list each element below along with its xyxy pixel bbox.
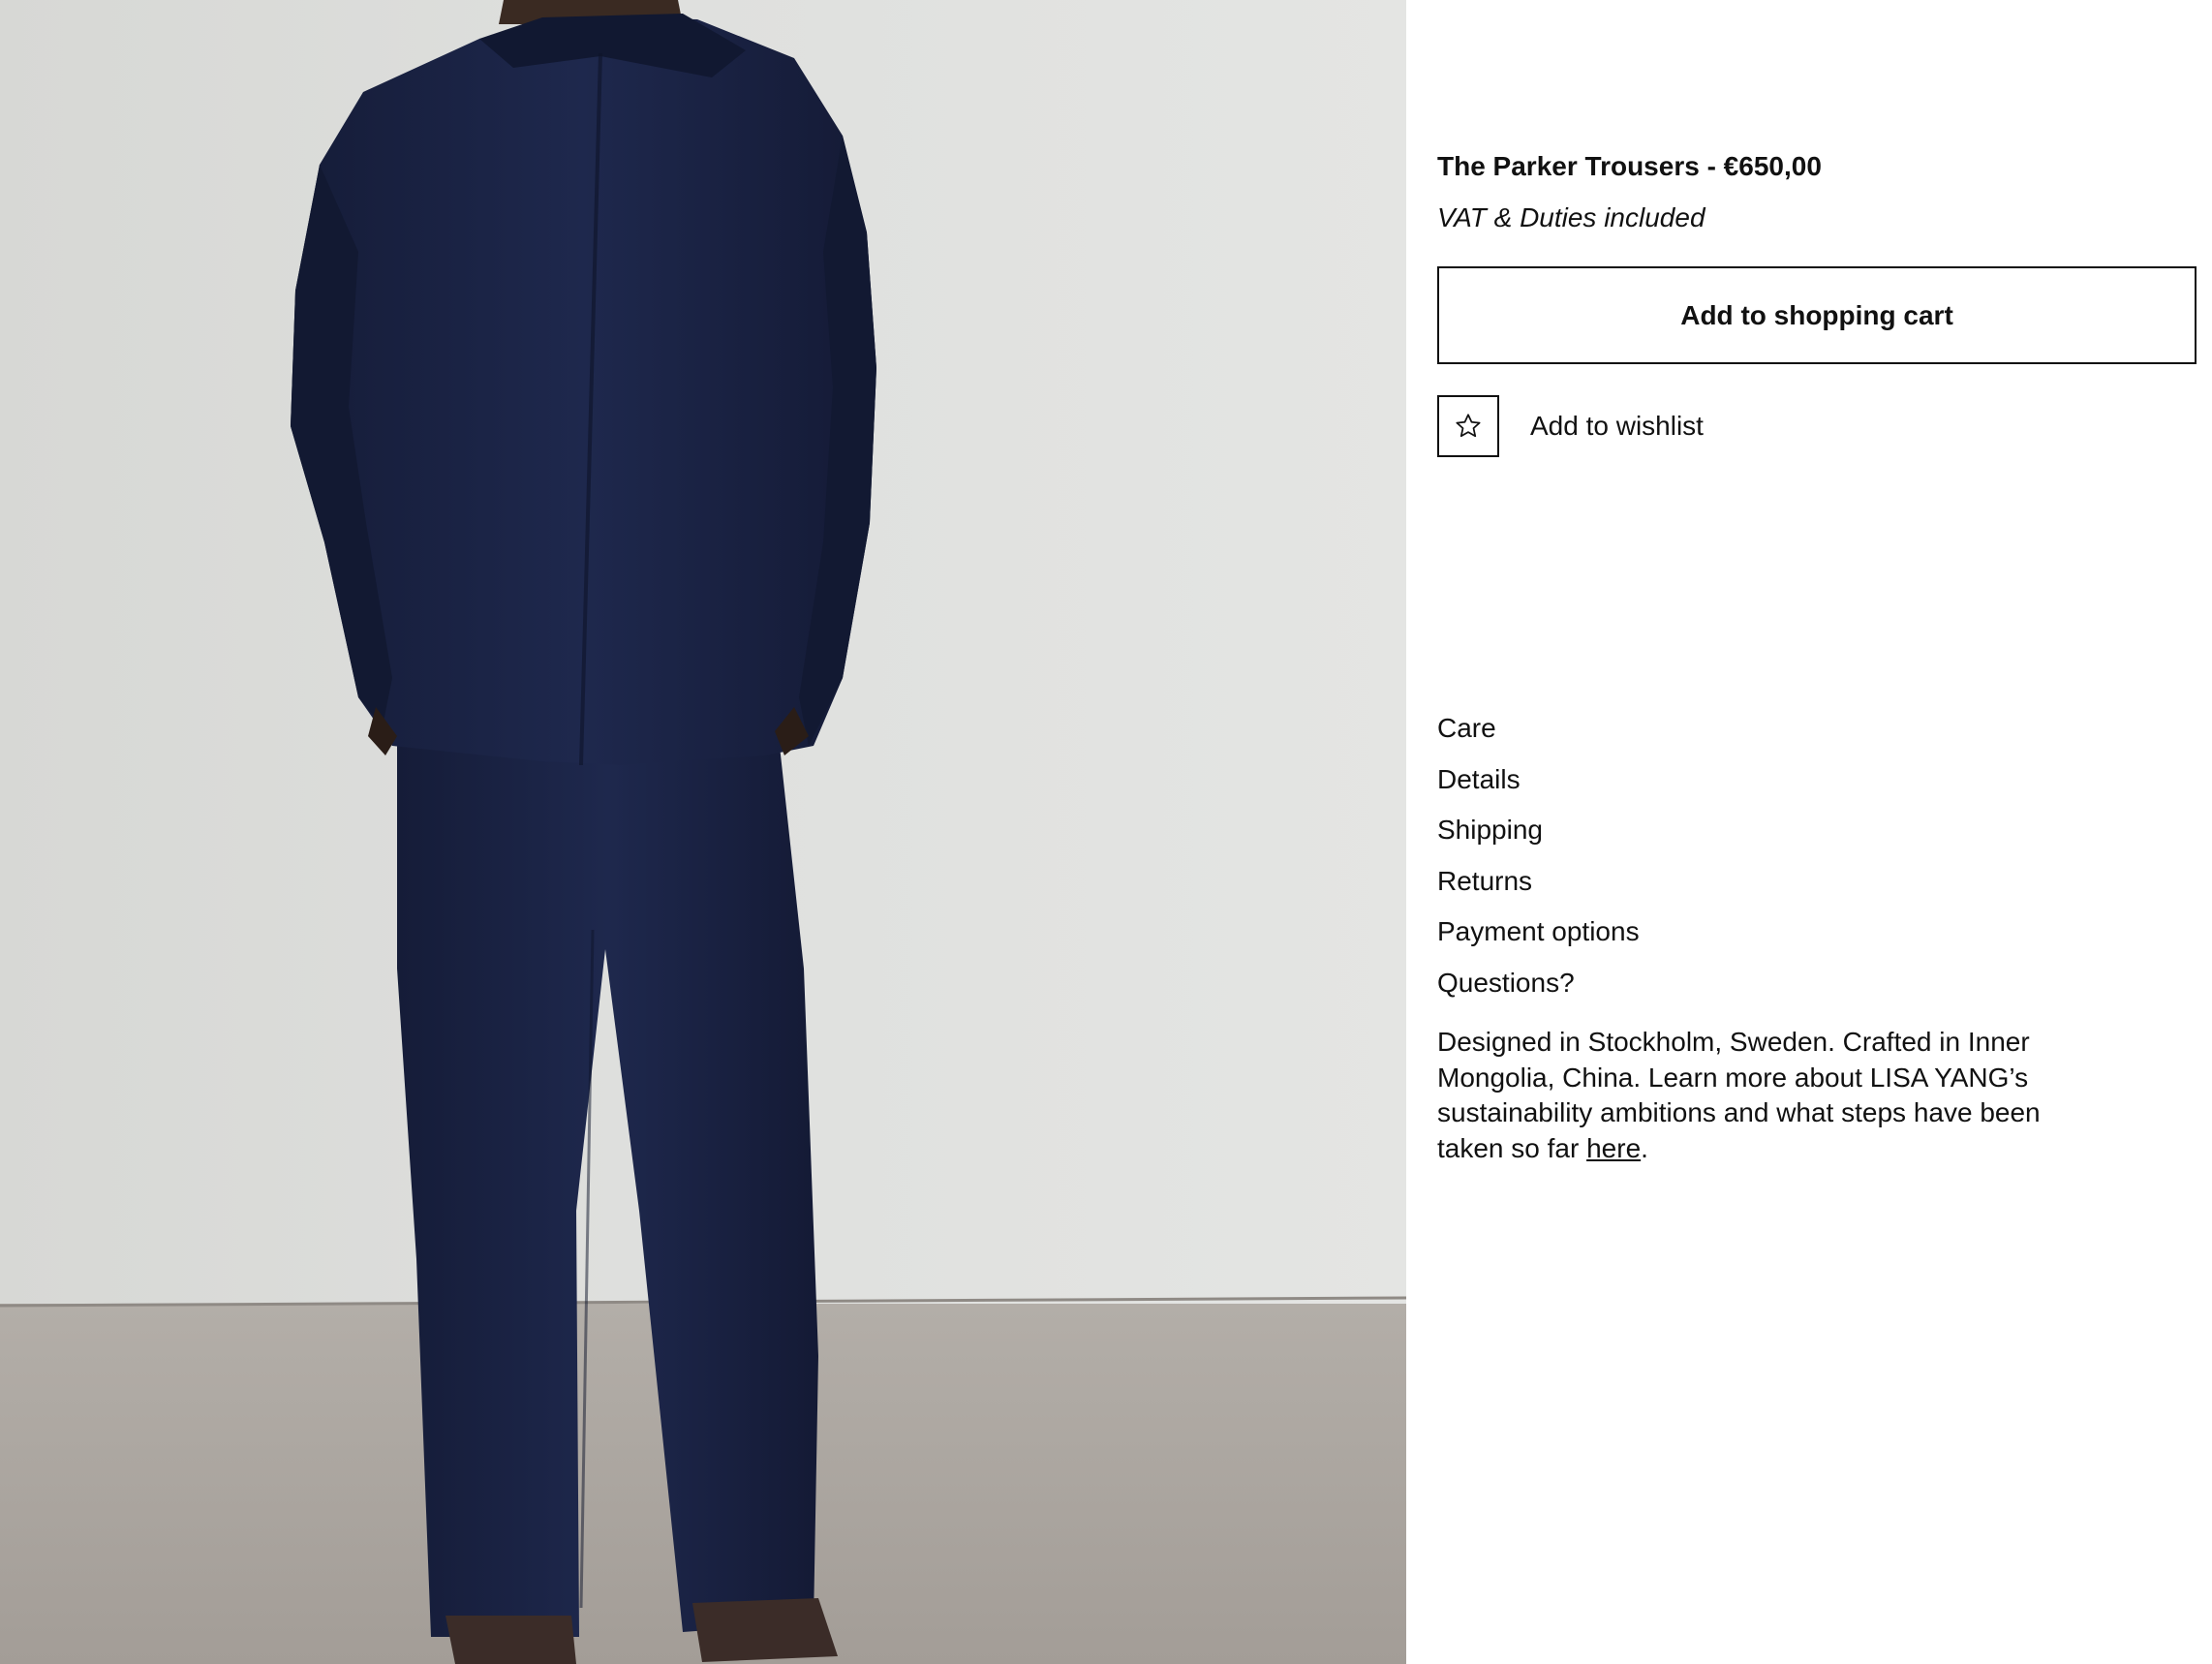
accordion-item-returns[interactable]: Returns [1437,856,1640,908]
star-icon-graphic [1456,414,1481,438]
sustainability-trailing: . [1641,1132,1648,1163]
accordion-item-details[interactable]: Details [1437,755,1640,806]
accordion-item-payment-options[interactable]: Payment options [1437,907,1640,958]
product-page: The Parker Trousers - €650,00 VAT & Duti… [0,0,2212,1664]
product-photo-illustration [0,0,1406,1664]
wishlist-label: Add to wishlist [1530,411,1704,441]
vat-note: VAT & Duties included [1437,202,1705,232]
accordion-item-questions[interactable]: Questions? [1437,958,1640,1009]
accordion-item-care[interactable]: Care [1437,703,1640,755]
add-to-cart-label: Add to shopping cart [1680,299,1953,330]
star-outline-icon[interactable] [1437,395,1499,457]
sustainability-link[interactable]: here [1586,1133,1641,1163]
product-info-panel: The Parker Trousers - €650,00 VAT & Duti… [1437,0,2197,1664]
sustainability-body: Designed in Stockholm, Sweden. Crafted i… [1437,1027,2041,1163]
sustainability-text: Designed in Stockholm, Sweden. Crafted i… [1437,1025,2057,1166]
add-to-cart-button[interactable]: Add to shopping cart [1437,266,2197,364]
product-image [0,0,1406,1664]
add-to-wishlist-button[interactable]: Add to wishlist [1437,395,1704,457]
product-title: The Parker Trousers - €650,00 [1437,151,1822,181]
product-info-accordion: Care Details Shipping Returns Payment op… [1437,703,1640,1008]
accordion-item-shipping[interactable]: Shipping [1437,805,1640,856]
